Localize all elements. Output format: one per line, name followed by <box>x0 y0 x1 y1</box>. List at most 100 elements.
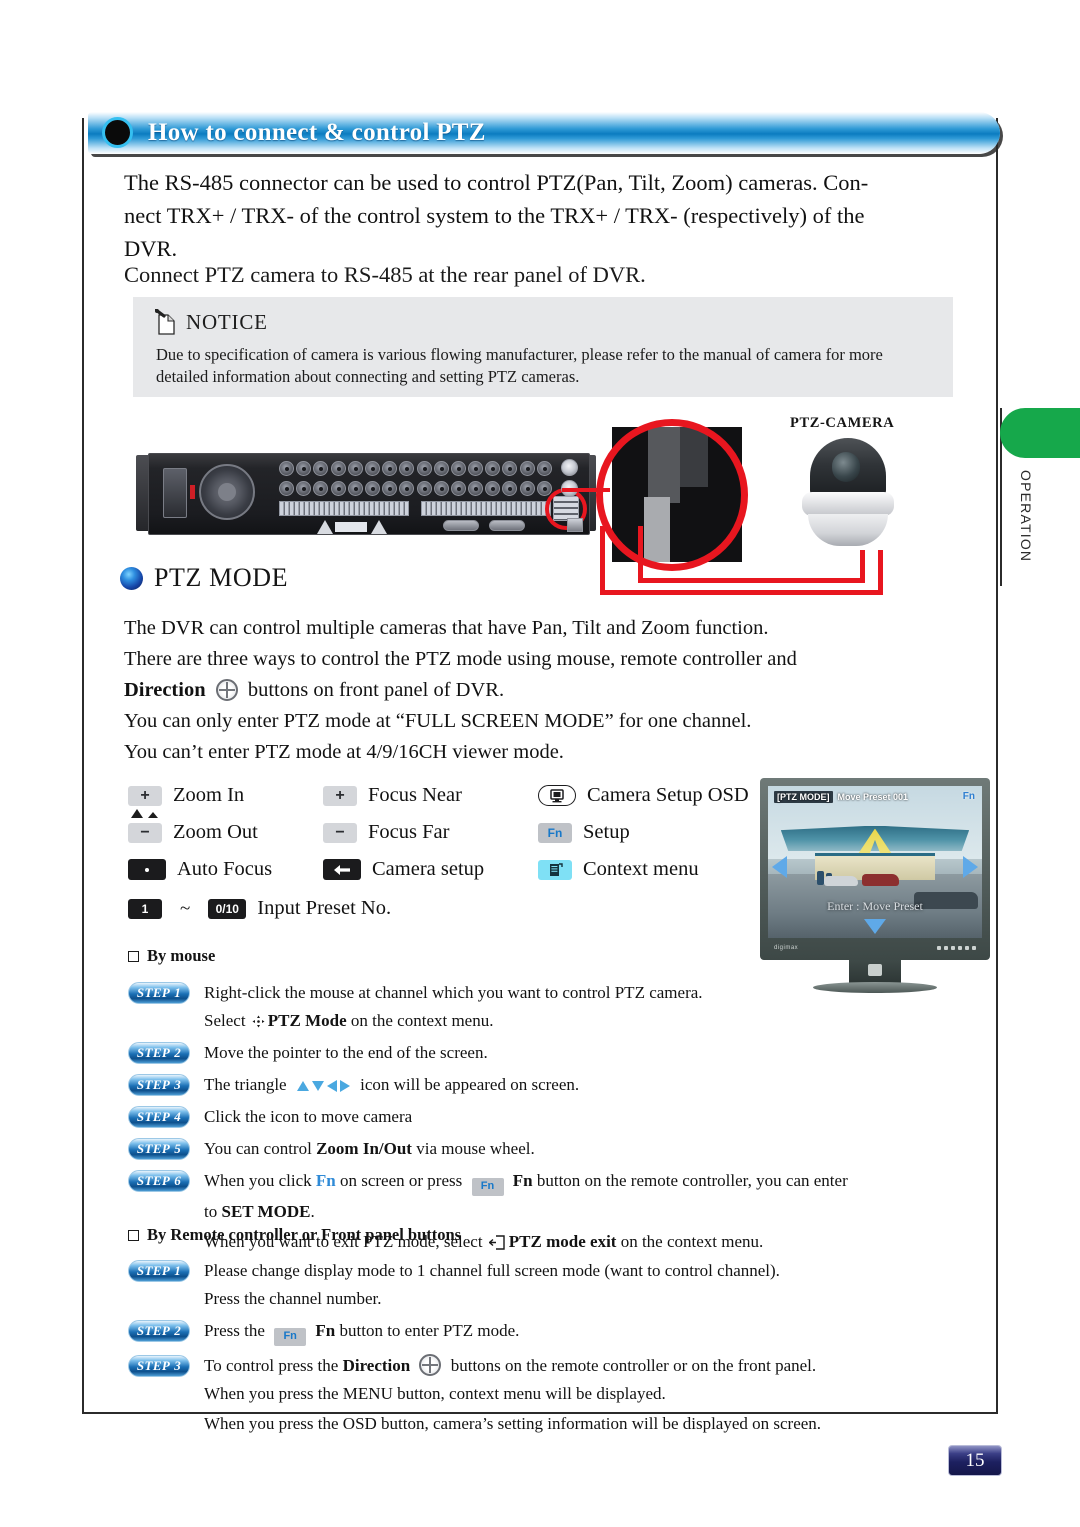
bnc-connector <box>450 461 466 476</box>
step-badge: STEP 6 <box>128 1170 190 1192</box>
legend-camera-setup-osd: Camera Setup OSD <box>538 784 749 807</box>
preset-label: Input Preset No. <box>257 897 392 919</box>
manual-page: How to connect & control PTZ The RS-485 … <box>0 0 1080 1527</box>
monitor-power-button[interactable] <box>868 964 882 976</box>
step-row: STEP 3 The triangle icon will be appeare… <box>128 1072 958 1097</box>
legend-auto-focus: Auto Focus <box>128 858 323 881</box>
bnc-connector <box>330 481 346 496</box>
notice-body: Due to specification of camera is variou… <box>156 344 926 388</box>
step-badge-word: STEP <box>136 1141 171 1156</box>
bnc-connector <box>502 461 518 476</box>
context-menu-key-icon <box>538 859 572 880</box>
setup-label: Setup <box>583 821 630 843</box>
notice-title: NOTICE <box>186 309 268 334</box>
step-badge: STEP 3 <box>128 1074 190 1096</box>
ptz-desc-line-3-rest: buttons on front panel of DVR. <box>247 679 505 701</box>
step-continuation: Press the channel number. <box>204 1289 382 1308</box>
step-text: Please change display mode to 1 channel … <box>204 1261 780 1280</box>
step-row: STEP 1 Right-click the mouse at channel … <box>128 980 958 1005</box>
dvr-power-led <box>190 485 195 499</box>
osd-arrow-left-icon[interactable] <box>772 855 787 878</box>
fn-bold-label: Fn <box>512 1171 533 1190</box>
legend-context-menu: Context menu <box>538 858 699 881</box>
notice-body-line-1: Due to specification of camera is variou… <box>156 345 770 364</box>
step-text: To control press the Direction buttons o… <box>204 1353 816 1378</box>
step-cont-post: on the context menu. <box>350 1011 494 1030</box>
step-row: STEP 3 To control press the Direction bu… <box>128 1353 958 1378</box>
step-text: When you click Fn on screen or press Fn … <box>204 1168 848 1196</box>
monitor-button[interactable] <box>937 945 941 950</box>
osd-arrow-right-icon[interactable] <box>963 855 978 878</box>
dvr-power-inlet <box>163 468 187 518</box>
step-text-post: icon will be appeared on screen. <box>360 1075 580 1094</box>
step-text-mid: on screen or press <box>339 1171 463 1190</box>
fn-inline-text: Fn <box>315 1171 336 1190</box>
bnc-connector <box>313 481 329 496</box>
legend-row-2: − Zoom Out − Focus Far Fn Setup <box>128 821 630 844</box>
square-bullet-icon <box>128 950 139 962</box>
camera-setup-osd-label: Camera Setup OSD <box>587 784 749 806</box>
step-badge: STEP 2 <box>128 1042 190 1064</box>
step-continuation: to SET MODE. <box>204 1199 958 1224</box>
auto-focus-key-icon <box>128 859 166 880</box>
bnc-connector <box>485 461 501 476</box>
step-badge-word: STEP <box>136 1323 171 1338</box>
ptz-mode-heading: PTZ MODE <box>120 563 288 593</box>
bnc-connector <box>536 461 552 476</box>
monitor-button[interactable] <box>951 945 955 950</box>
monitor-button[interactable] <box>958 945 962 950</box>
step-badge: STEP 1 <box>128 1260 190 1282</box>
notice-header: NOTICE <box>154 308 268 335</box>
step-badge-word: STEP <box>136 1109 171 1124</box>
zoom-in-key-icon: + <box>128 785 162 806</box>
monitor-button[interactable] <box>965 945 969 950</box>
monitor-osd-buttons[interactable] <box>937 945 976 950</box>
step-text-bold: Zoom In/Out <box>316 1139 412 1158</box>
step-badge-word: STEP <box>136 1045 171 1060</box>
ptz-desc-line-1: The DVR can control multiple cameras tha… <box>124 617 769 639</box>
legend-camera-setup: Camera setup <box>323 858 538 881</box>
step-continuation: Select PTZ Mode on the context menu. <box>204 1008 958 1033</box>
step-cont-pre: Select <box>204 1011 246 1030</box>
camera-lens <box>832 452 860 482</box>
dvr-ethernet-port <box>567 518 583 532</box>
step-row: STEP 5 You can control Zoom In/Out via m… <box>128 1136 958 1161</box>
step-text: Move the pointer to the end of the scree… <box>204 1043 488 1062</box>
step-row: STEP 2 Move the pointer to the end of th… <box>128 1040 958 1065</box>
step-continuation: When you press the MENU button, context … <box>204 1383 666 1403</box>
square-bullet-icon <box>128 1229 139 1241</box>
step-cont-pre: to <box>204 1201 218 1221</box>
intro-line-1: The RS-485 connector can be used to cont… <box>124 170 869 195</box>
by-mouse-section-title: By mouse <box>128 946 215 966</box>
ptz-desc-line-3: Direction buttons on front panel of DVR. <box>124 675 924 706</box>
bnc-connector <box>450 481 466 496</box>
ptz-dome-camera-image <box>798 438 898 550</box>
ptz-camera-label: PTZ-CAMERA <box>790 415 895 431</box>
bnc-connector <box>399 461 415 476</box>
legend-row-3: Auto Focus Camera setup Context menu <box>128 858 699 881</box>
step-text-post: button on the remote controller, you can… <box>536 1171 848 1190</box>
monitor-button[interactable] <box>972 945 976 950</box>
step-badge-number: 6 <box>174 1173 182 1188</box>
step-row: STEP 4 Click the icon to move camera <box>128 1104 958 1129</box>
section-header-bar: How to connect & control PTZ <box>88 112 1000 154</box>
header-bullet-icon <box>102 117 133 148</box>
monitor-button[interactable] <box>944 945 948 950</box>
bnc-connector <box>382 481 398 496</box>
step-text-post: buttons on the remote controller or on t… <box>450 1355 817 1375</box>
fn-key-icon: Fn <box>538 822 572 843</box>
bnc-connector <box>416 481 432 496</box>
triangle-up-icon <box>296 1081 309 1091</box>
ptz-desc-line-5: You can’t enter PTZ mode at 4/9/16CH vie… <box>124 741 564 763</box>
triangle-icons <box>296 1080 350 1092</box>
wire-horizontal-a <box>638 578 865 583</box>
bnc-connector <box>468 461 484 476</box>
ptz-desc-line-2: There are three ways to control the PTZ … <box>124 648 797 670</box>
intro-line-4: Connect PTZ camera to RS-485 at the rear… <box>124 262 646 287</box>
legend-row-4: 1 ~ 0/10 Input Preset No. <box>128 897 391 920</box>
bnc-connector <box>364 481 380 496</box>
step-badge: STEP 1 <box>128 982 190 1004</box>
osd-arrow-down-icon[interactable] <box>864 919 886 934</box>
step-text-pre: Press the <box>204 1321 265 1340</box>
focus-far-label: Focus Far <box>368 821 450 843</box>
